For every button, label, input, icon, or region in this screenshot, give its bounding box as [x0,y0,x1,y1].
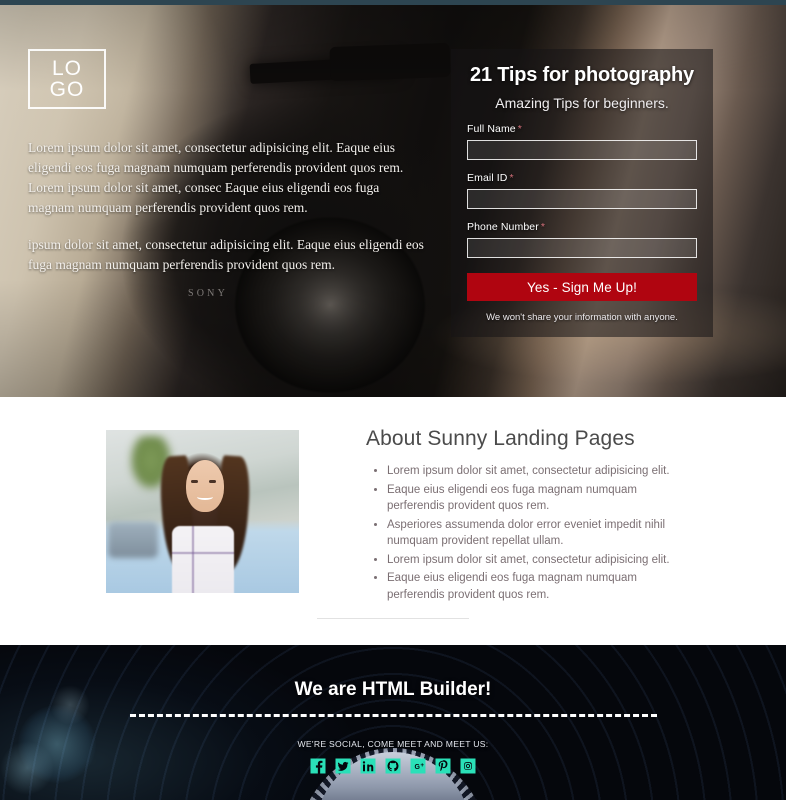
about-portrait-photo [106,430,299,593]
hero-left-column: LO GO Lorem ipsum dolor sit amet, consec… [28,49,428,275]
about-text-column: About Sunny Landing Pages Lorem ipsum do… [366,427,696,605]
twitter-icon[interactable] [333,756,353,776]
social-links: G + [0,756,786,776]
signup-submit-button[interactable]: Yes - Sign Me Up! [467,273,697,301]
hero-paragraph-1: Lorem ipsum dolor sit amet, consectetur … [28,140,404,215]
footer-section: We are HTML Builder! WE'RE SOCIAL, COME … [0,645,786,800]
form-title: 21 Tips for photography [470,64,694,86]
phone-input[interactable] [467,238,697,258]
form-field-phone: Phone Number * [467,221,697,258]
linkedin-icon[interactable] [358,756,378,776]
privacy-note: We won't share your information with any… [486,312,678,323]
about-title: About Sunny Landing Pages [366,427,635,450]
facebook-icon[interactable] [308,756,328,776]
hero-paragraph-2: ipsum dolor sit amet, consectetur adipis… [28,237,424,272]
full-name-input[interactable] [467,140,697,160]
form-field-full-name: Full Name * [467,123,697,160]
about-bullet-list: Lorem ipsum dolor sit amet, consectetur … [366,463,696,603]
section-divider [317,618,469,619]
required-marker: * [540,221,546,233]
list-item: Eaque eius eligendi eos fuga magnam numq… [387,570,696,603]
required-marker: * [517,123,522,135]
footer-dashed-divider [129,714,657,717]
list-item: Lorem ipsum dolor sit amet, consectetur … [387,463,696,480]
landing-page: SONY LO GO Lorem ipsum dolor sit amet, c… [0,0,786,800]
phone-label: Phone Number * [467,221,546,233]
svg-text:+: + [420,762,424,769]
google-plus-icon[interactable]: G + [408,756,428,776]
instagram-icon[interactable] [458,756,478,776]
form-field-email: Email ID * [467,172,697,209]
logo-line-1: LO [51,57,82,80]
logo-line-2: GO [49,78,85,101]
pinterest-icon[interactable] [433,756,453,776]
email-input[interactable] [467,189,697,209]
github-icon[interactable] [383,756,403,776]
hero-section: SONY LO GO Lorem ipsum dolor sit amet, c… [0,5,786,397]
list-item: Lorem ipsum dolor sit amet, consectetur … [387,552,696,569]
svg-text:G: G [414,764,419,771]
list-item: Asperiores assumenda dolor error eveniet… [387,517,696,550]
email-label: Email ID * [467,172,514,184]
social-label: WE'RE SOCIAL, COME MEET AND MEET US: [297,739,489,749]
footer-title: We are HTML Builder! [294,679,492,700]
list-item: Eaque eius eligendi eos fuga magnam numq… [387,482,696,515]
full-name-label: Full Name * [467,123,522,135]
camera-brand-text: SONY [188,288,229,299]
about-section: About Sunny Landing Pages Lorem ipsum do… [0,397,786,645]
required-marker: * [509,172,514,184]
logo[interactable]: LO GO [28,49,106,109]
form-subtitle: Amazing Tips for beginners. [495,95,669,111]
signup-form-panel: 21 Tips for photography Amazing Tips for… [451,49,713,337]
